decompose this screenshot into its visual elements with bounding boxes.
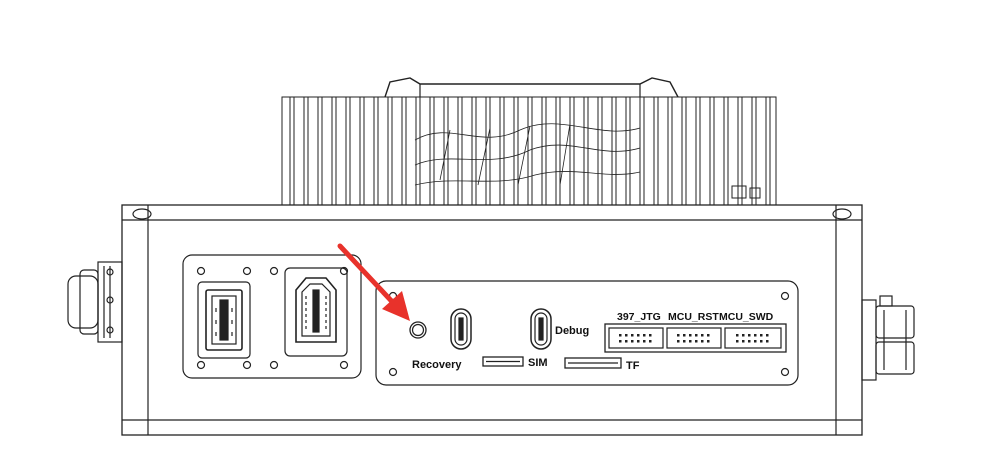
debug-label: Debug <box>555 325 589 337</box>
hdmi-port[interactable] <box>284 267 348 357</box>
red-arrow-icon <box>337 243 410 321</box>
right-side-connector <box>861 295 915 381</box>
tf-slot[interactable] <box>564 357 622 369</box>
recovery-label: Recovery <box>412 359 462 371</box>
jtg-label: 397_JTG <box>617 311 661 323</box>
heatsink <box>281 77 777 206</box>
debug-usb-c-port[interactable] <box>530 308 552 350</box>
device-front-view: Recovery Debug SIM TF 397_JTG MCU_RST MC… <box>67 77 915 436</box>
left-side-connector <box>67 261 123 343</box>
mcu-rst-header[interactable] <box>666 327 722 349</box>
usb-c-port[interactable] <box>450 308 472 350</box>
left-io-panel <box>182 254 362 379</box>
sim-label: SIM <box>528 357 548 369</box>
sim-slot[interactable] <box>482 356 524 367</box>
jtg-header[interactable] <box>608 327 664 349</box>
mcu-rst-label: MCU_RST <box>668 311 719 323</box>
usb-a-port[interactable] <box>197 281 251 359</box>
recovery-button[interactable] <box>409 321 427 339</box>
mcu-swd-header[interactable] <box>724 327 782 349</box>
mcu-swd-label: MCU_SWD <box>719 311 774 323</box>
tf-label: TF <box>626 360 640 372</box>
